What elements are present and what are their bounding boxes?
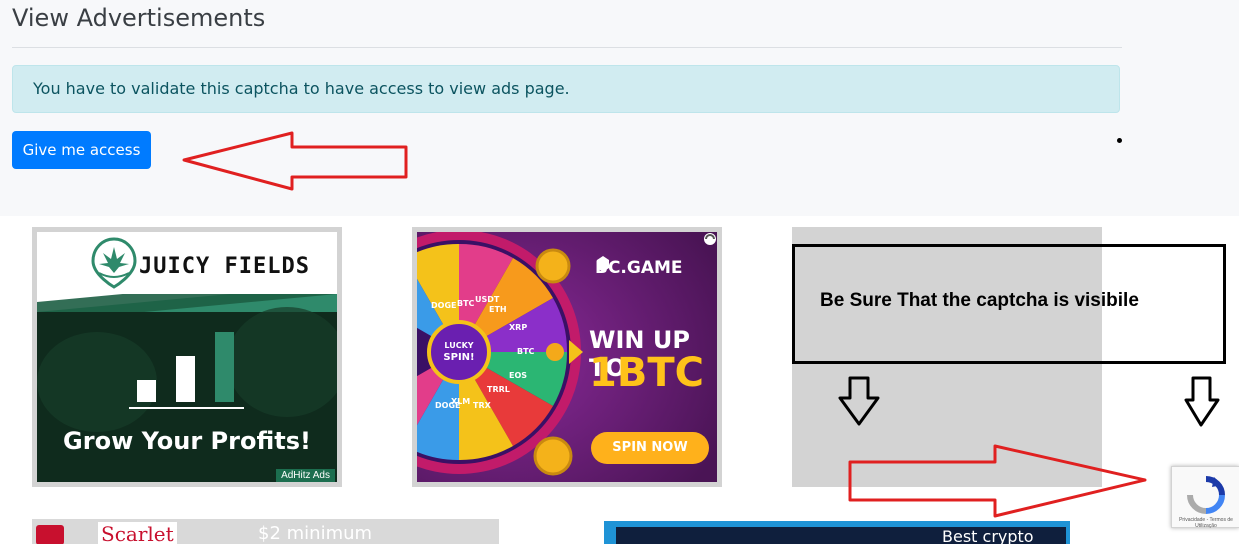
ad-banner-crypto[interactable]: Best crypto: [604, 521, 1070, 544]
svg-text:BTC: BTC: [517, 347, 535, 356]
ad-brand-scarlet: Scarlet: [98, 522, 177, 544]
ad-headline: Grow Your Profits!: [63, 427, 311, 455]
ad-banner-scarlet[interactable]: Scarlet $2 minimum: [32, 519, 499, 544]
ad-text-best-crypto: Best crypto: [942, 527, 1034, 544]
svg-text:USDT: USDT: [475, 295, 500, 304]
title-divider: [12, 47, 1122, 48]
ad-header: JUICY FIELDS: [37, 232, 337, 294]
annotation-note: Be Sure That the captcha is visibile: [820, 290, 1139, 311]
bar-tall: [215, 332, 234, 402]
svg-text:TRX: TRX: [473, 401, 492, 410]
svg-text:DOGE: DOGE: [435, 401, 460, 410]
captcha-info-alert: You have to validate this captcha to hav…: [12, 65, 1120, 113]
svg-text:XRP: XRP: [509, 323, 527, 332]
svg-text:BTC: BTC: [457, 299, 475, 308]
svg-text:ETH: ETH: [489, 305, 507, 314]
bar-small: [137, 380, 156, 402]
svg-text:SPIN!: SPIN!: [443, 352, 474, 363]
ad-brand-juicy: JUICY FIELDS: [139, 254, 310, 279]
svg-text:DOGE: DOGE: [431, 301, 456, 310]
ad-banner-bcgame[interactable]: LUCKY SPIN! BTC XRP ETH EOS TRRL TRX XLM…: [412, 227, 722, 487]
svg-text:EOS: EOS: [509, 371, 527, 380]
spin-now-button[interactable]: SPIN NOW: [591, 432, 709, 464]
bar-medium: [176, 356, 195, 402]
page-title: View Advertisements: [12, 4, 266, 32]
cannabis-leaf-icon: [91, 237, 137, 289]
ad-headline-btc: 1BTC: [589, 350, 704, 396]
black-arrow-down-icon-2: [1184, 376, 1220, 427]
stray-dot: [1117, 138, 1122, 143]
adhitz-badge[interactable]: AdHitz Ads: [276, 469, 335, 482]
ad-brand-bcgame: BC.GAME: [595, 258, 683, 278]
svg-text:LUCKY: LUCKY: [444, 341, 473, 350]
ad-image[interactable]: JUICY FIELDS Grow Your Profits! AdHitz A…: [37, 232, 337, 482]
recaptcha-logo-icon: [1187, 476, 1225, 514]
content-header-area: View Advertisements You have to validate…: [0, 0, 1239, 216]
scarlet-logo-icon: [36, 525, 64, 544]
ad-text-minimum: $2 minimum: [258, 523, 373, 544]
ad-image[interactable]: LUCKY SPIN! BTC XRP ETH EOS TRRL TRX XLM…: [417, 232, 717, 482]
recaptcha-badge[interactable]: Privacidade - Termos de Utilização: [1171, 466, 1239, 529]
ad-banner-juicy-fields[interactable]: JUICY FIELDS Grow Your Profits! AdHitz A…: [32, 227, 342, 487]
give-me-access-button[interactable]: Give me access: [12, 131, 151, 169]
recaptcha-fine-print[interactable]: Privacidade - Termos de Utilização: [1174, 517, 1238, 529]
svg-text:TRRL: TRRL: [487, 385, 510, 394]
